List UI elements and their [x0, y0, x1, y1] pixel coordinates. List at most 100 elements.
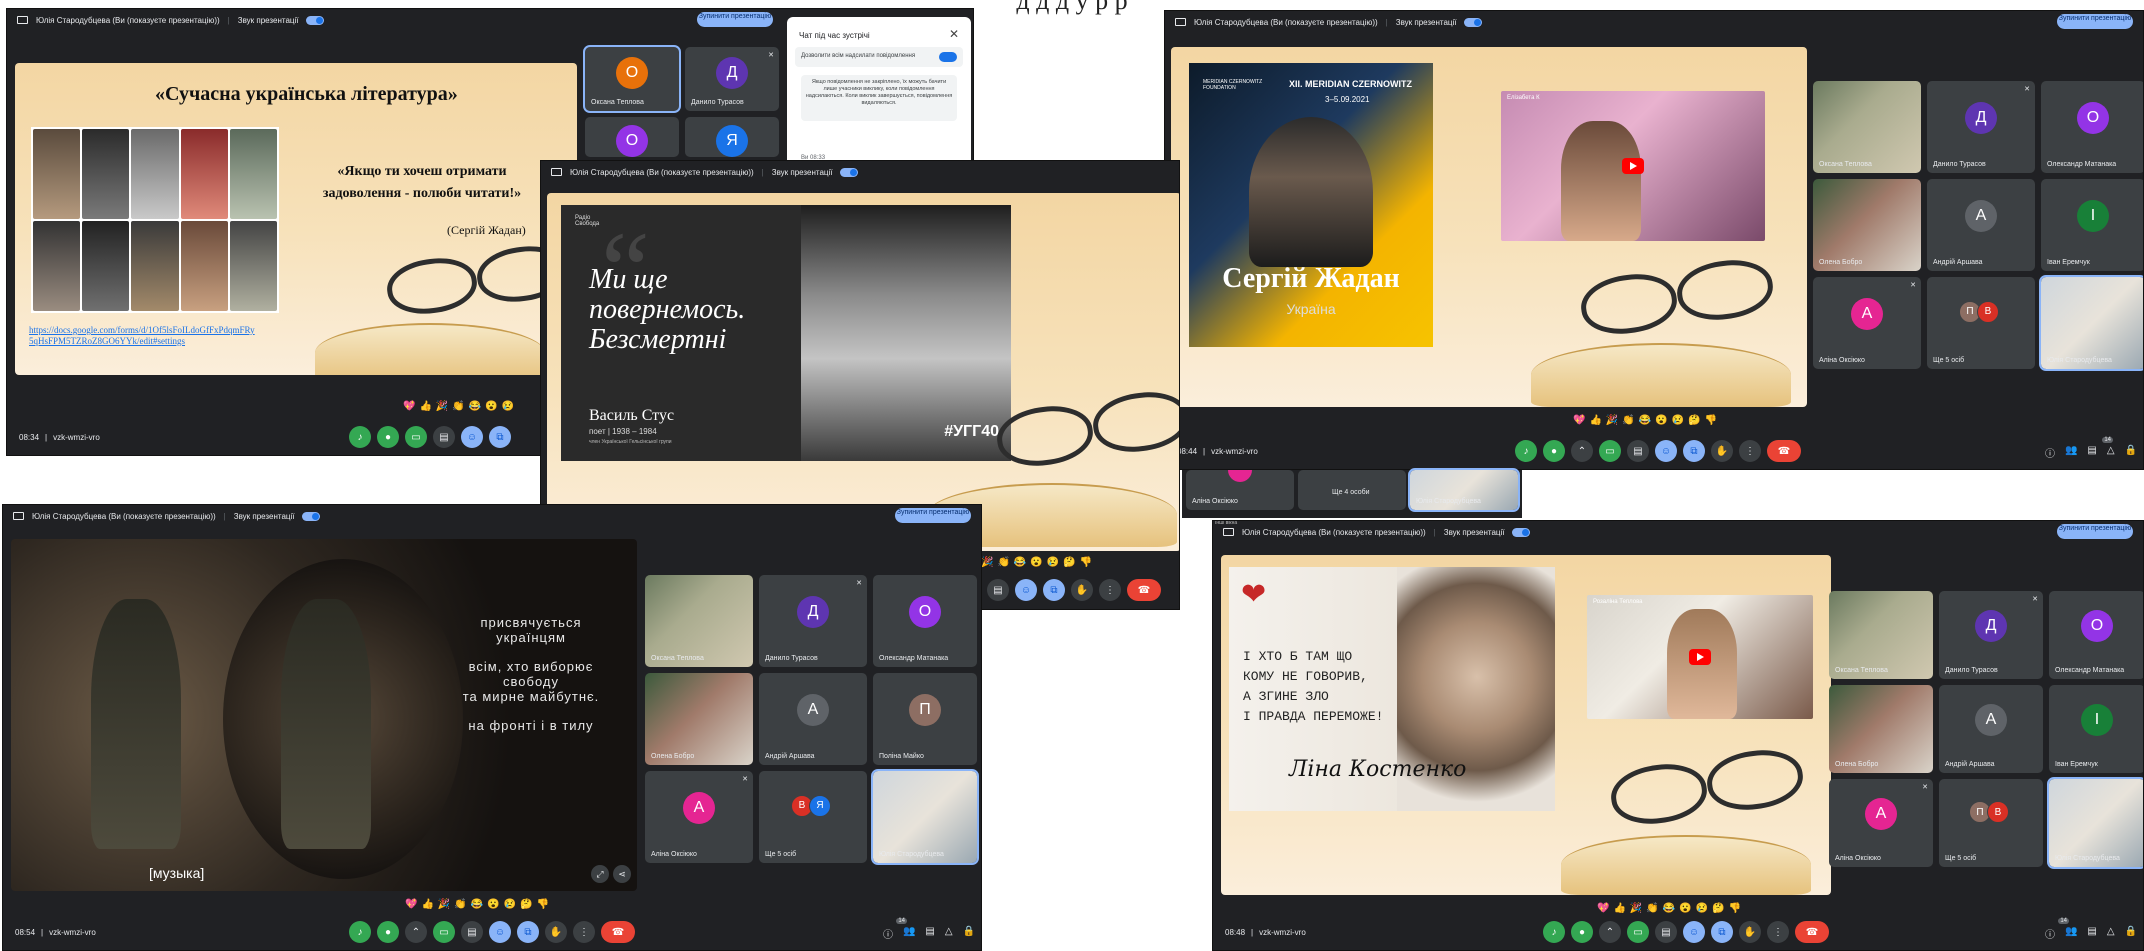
participant-tile[interactable]: О Олександр Матанака	[873, 575, 977, 667]
hangup-icon[interactable]: ☎	[1795, 921, 1829, 943]
participant-tile[interactable]: Аліна Оксіюко	[1186, 470, 1294, 510]
reaction-clap[interactable]: 👏	[1622, 415, 1634, 426]
share-icon[interactable]: ⋖	[613, 865, 631, 883]
youtube-play-icon[interactable]	[1689, 649, 1711, 665]
participant-tile[interactable]: П В Ще 5 осіб	[1927, 277, 2035, 369]
participant-tile[interactable]: Ще 4 особи	[1298, 470, 1406, 510]
raise-hand-icon[interactable]: ✋	[545, 921, 567, 943]
participant-tile[interactable]: О Олександр Матанака	[2041, 81, 2143, 173]
speaker-icon[interactable]: ♪	[349, 921, 371, 943]
participant-tile[interactable]: Оксана Теплова	[645, 575, 753, 667]
raise-hand-icon[interactable]: ✋	[1071, 579, 1093, 601]
people-icon[interactable]: 👥	[2065, 926, 2077, 941]
participant-tile[interactable]: А Аліна Оксіюко ✕	[1813, 277, 1921, 369]
reaction-heart[interactable]: 💖	[1597, 903, 1609, 914]
participant-tile[interactable]: Юлія Стародубцева	[2047, 777, 2143, 869]
emoji-icon[interactable]: ☺	[1655, 440, 1677, 462]
reaction-party[interactable]: 🎉	[438, 899, 450, 910]
chat-icon[interactable]: ▤	[2087, 445, 2096, 460]
stop-presenting-button[interactable]: Зупинити презентацію	[2057, 14, 2133, 29]
reaction-clap[interactable]: 👏	[452, 401, 464, 412]
camera-icon[interactable]: ▭	[405, 426, 427, 448]
info-icon[interactable]: ⓘ	[2045, 445, 2055, 460]
participant-tile[interactable]: Олена Бобро	[645, 673, 753, 765]
participant-tile[interactable]: А Аліна Оксіюко ✕	[1829, 779, 1933, 867]
hangup-icon[interactable]: ☎	[1127, 579, 1161, 601]
captions-icon[interactable]: ▤	[1627, 440, 1649, 462]
audio-toggle[interactable]	[840, 167, 859, 177]
reaction-surprised[interactable]: 😮	[1655, 415, 1667, 426]
lock-icon[interactable]: 🔒	[2125, 445, 2137, 460]
present-icon[interactable]: ⧉	[1043, 579, 1065, 601]
reaction-thinking[interactable]: 🤔	[1688, 415, 1700, 426]
emoji-icon[interactable]: ☺	[1683, 921, 1705, 943]
reaction-thumbs-up[interactable]: 👍	[421, 899, 433, 910]
reaction-thumbs-up[interactable]: 👍	[419, 401, 431, 412]
reaction-thumbs-up[interactable]: 👍	[1613, 903, 1625, 914]
participant-tile[interactable]: Юлія Стародубцева	[2039, 275, 2143, 371]
participant-tile[interactable]: О	[585, 117, 679, 157]
stop-presenting-button[interactable]: Зупинити презентацію	[895, 508, 971, 523]
reaction-sad[interactable]: 😢	[504, 899, 516, 910]
present-icon[interactable]: ⧉	[517, 921, 539, 943]
reaction-surprised[interactable]: 😮	[1030, 557, 1042, 568]
more-options-icon[interactable]: ⋮	[1099, 579, 1121, 601]
reaction-party[interactable]: 🎉	[1630, 903, 1642, 914]
present-icon[interactable]: ⧉	[1711, 921, 1733, 943]
chat-icon[interactable]: ▤	[925, 926, 934, 941]
participant-tile[interactable]: А Андрій Аршава	[1927, 179, 2035, 271]
participant-tile[interactable]: Олена Бобро	[1813, 179, 1921, 271]
camera-icon[interactable]: ▭	[1627, 921, 1649, 943]
video-thumbnail[interactable]: Елізабета К	[1501, 91, 1765, 241]
info-icon[interactable]: ⓘ	[883, 926, 893, 941]
more-options-icon[interactable]: ⋮	[573, 921, 595, 943]
reaction-sad[interactable]: 😢	[1047, 557, 1059, 568]
reaction-laugh[interactable]: 😂	[1639, 415, 1651, 426]
participant-tile[interactable]: П Поліна Майко	[873, 673, 977, 765]
participant-tile[interactable]: Юлія Стародубцева	[1408, 468, 1520, 512]
reaction-clap[interactable]: 👏	[997, 557, 1009, 568]
chat-icon[interactable]: ▤	[2087, 926, 2096, 941]
stop-presenting-button[interactable]: Зупинити презентацію	[2057, 524, 2133, 539]
reaction-party[interactable]: 🎉	[1606, 415, 1618, 426]
reaction-thumbs-down[interactable]: 👎	[1705, 415, 1717, 426]
mic-icon[interactable]: ●	[377, 921, 399, 943]
reaction-laugh[interactable]: 😂	[1663, 903, 1675, 914]
reaction-surprised[interactable]: 😮	[485, 401, 497, 412]
close-icon[interactable]: ✕	[949, 27, 959, 41]
reaction-laugh[interactable]: 😂	[1014, 557, 1026, 568]
participant-tile[interactable]: Олена Бобро	[1829, 685, 1933, 773]
reaction-laugh[interactable]: 😂	[469, 401, 481, 412]
captions-icon[interactable]: ▤	[433, 426, 455, 448]
reaction-sad[interactable]: 😢	[1696, 903, 1708, 914]
youtube-play-icon[interactable]	[1622, 158, 1644, 174]
reaction-sad[interactable]: 😢	[502, 401, 514, 412]
more-icon[interactable]: ⌃	[405, 921, 427, 943]
more-icon[interactable]: ⌃	[1571, 440, 1593, 462]
hangup-icon[interactable]: ☎	[1767, 440, 1801, 462]
reaction-clap[interactable]: 👏	[1646, 903, 1658, 914]
audio-toggle[interactable]	[306, 15, 325, 25]
present-icon[interactable]: ⧉	[489, 426, 511, 448]
participant-tile[interactable]: А Андрій Аршава	[1939, 685, 2043, 773]
reaction-thumbs-down[interactable]: 👎	[537, 899, 549, 910]
participant-tile[interactable]: В Я Ще 5 осіб	[759, 771, 867, 863]
reaction-thumbs-down[interactable]: 👎	[1729, 903, 1741, 914]
more-icon[interactable]: ⌃	[1599, 921, 1621, 943]
captions-icon[interactable]: ▤	[461, 921, 483, 943]
raise-hand-icon[interactable]: ✋	[1711, 440, 1733, 462]
chat-allow-toggle[interactable]	[939, 52, 957, 62]
more-options-icon[interactable]: ⋮	[1767, 921, 1789, 943]
participant-tile[interactable]: І Іван Еремчук	[2041, 179, 2143, 271]
more-options-icon[interactable]: ⋮	[1739, 440, 1761, 462]
speaker-icon[interactable]: ♪	[1543, 921, 1565, 943]
mic-icon[interactable]: ●	[1571, 921, 1593, 943]
participant-tile[interactable]: Д Данило Турасов ✕	[685, 47, 779, 111]
stop-presenting-button[interactable]: Зупинити презентацію	[697, 12, 773, 27]
participant-tile[interactable]: Д Данило Турасов ✕	[759, 575, 867, 667]
reaction-thumbs-down[interactable]: 👎	[1080, 557, 1092, 568]
reaction-surprised[interactable]: 😮	[487, 899, 499, 910]
reaction-party[interactable]: 🎉	[981, 557, 993, 568]
mic-icon[interactable]: ●	[377, 426, 399, 448]
participant-tile[interactable]: А Андрій Аршава	[759, 673, 867, 765]
